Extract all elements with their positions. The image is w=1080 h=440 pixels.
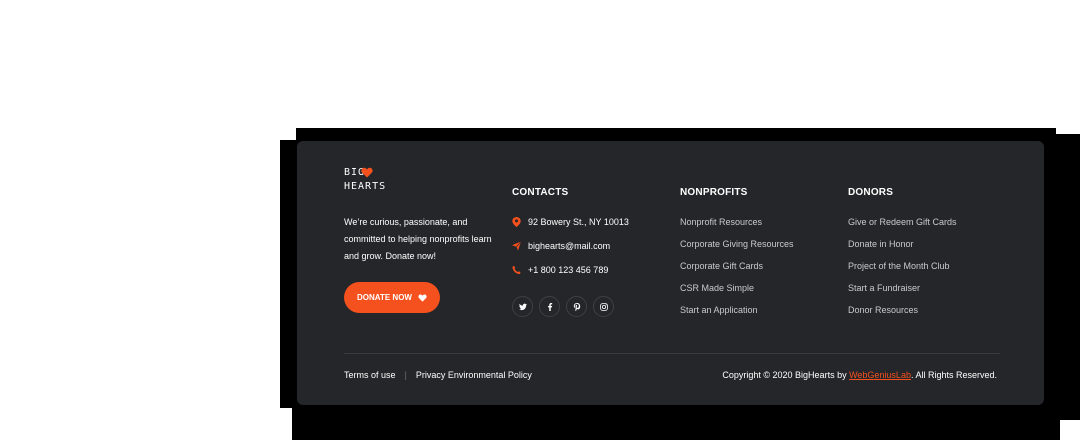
frame-corner — [1060, 420, 1080, 440]
phone-item[interactable]: +1 800 123 456 789 — [512, 265, 608, 275]
copyright-text: Copyright © 2020 BigHearts by WebGeniusL… — [722, 370, 997, 380]
donors-link-2[interactable]: Project of the Month Club — [848, 261, 957, 283]
terms-link[interactable]: Terms of use — [344, 370, 396, 380]
instagram-icon — [599, 302, 608, 311]
nonprofits-link-0[interactable]: Nonprofit Resources — [680, 217, 794, 239]
donors-link-4[interactable]: Donor Resources — [848, 305, 957, 327]
address-item: 92 Bowery St., NY 10013 — [512, 217, 629, 227]
donate-now-button[interactable]: DONATE NOW — [344, 282, 440, 313]
link-separator: | — [404, 370, 407, 380]
paper-plane-icon — [512, 241, 521, 251]
nonprofits-link-4[interactable]: Start an Application — [680, 305, 794, 327]
donors-link-0[interactable]: Give or Redeem Gift Cards — [848, 217, 957, 239]
phone-text: +1 800 123 456 789 — [528, 265, 609, 275]
facebook-link[interactable] — [539, 296, 560, 317]
donate-label: DONATE NOW — [357, 293, 412, 302]
donors-title: DONORS — [848, 187, 894, 198]
nonprofits-link-2[interactable]: Corporate Gift Cards — [680, 261, 794, 283]
email-text: bighearts@mail.com — [528, 241, 611, 251]
nonprofits-link-3[interactable]: CSR Made Simple — [680, 283, 794, 305]
donors-link-3[interactable]: Start a Fundraiser — [848, 283, 957, 305]
email-item[interactable]: bighearts@mail.com — [512, 241, 610, 251]
heart-icon — [418, 294, 427, 302]
pinterest-link[interactable] — [566, 296, 587, 317]
logo-line-2: HEARTS — [344, 181, 387, 192]
legal-links: Terms of use | Privacy Environmental Pol… — [344, 370, 532, 380]
copyright-prefix: Copyright © 2020 BigHearts by — [722, 370, 850, 380]
bighearts-logo[interactable]: BIG HEARTS — [344, 166, 387, 198]
donors-link-1[interactable]: Donate in Honor — [848, 239, 957, 261]
nonprofits-title: NONPROFITS — [680, 187, 748, 198]
social-links — [512, 296, 614, 317]
frame-corner — [280, 408, 292, 440]
pinterest-icon — [573, 302, 580, 311]
twitter-icon — [518, 303, 527, 310]
nonprofits-links: Nonprofit Resources Corporate Giving Res… — [680, 217, 794, 327]
facebook-icon — [547, 302, 552, 311]
twitter-link[interactable] — [512, 296, 533, 317]
footer-divider — [344, 353, 1000, 354]
webgeniuslab-link[interactable]: WebGeniusLab — [849, 370, 911, 380]
donors-links: Give or Redeem Gift Cards Donate in Hono… — [848, 217, 957, 327]
phone-icon — [512, 265, 521, 275]
copyright-suffix: . All Rights Reserved. — [910, 370, 997, 380]
site-footer: BIG HEARTS We’re curious, passionate, an… — [297, 141, 1044, 405]
frame-corner — [1056, 128, 1080, 134]
privacy-link[interactable]: Privacy Environmental Policy — [416, 370, 532, 380]
frame-corner — [280, 128, 296, 140]
about-text: We’re curious, passionate, and committed… — [344, 217, 492, 261]
address-text: 92 Bowery St., NY 10013 — [528, 217, 629, 227]
map-pin-icon — [512, 217, 521, 227]
heart-icon — [361, 167, 373, 178]
contacts-title: CONTACTS — [512, 187, 569, 198]
nonprofits-link-1[interactable]: Corporate Giving Resources — [680, 239, 794, 261]
instagram-link[interactable] — [593, 296, 614, 317]
